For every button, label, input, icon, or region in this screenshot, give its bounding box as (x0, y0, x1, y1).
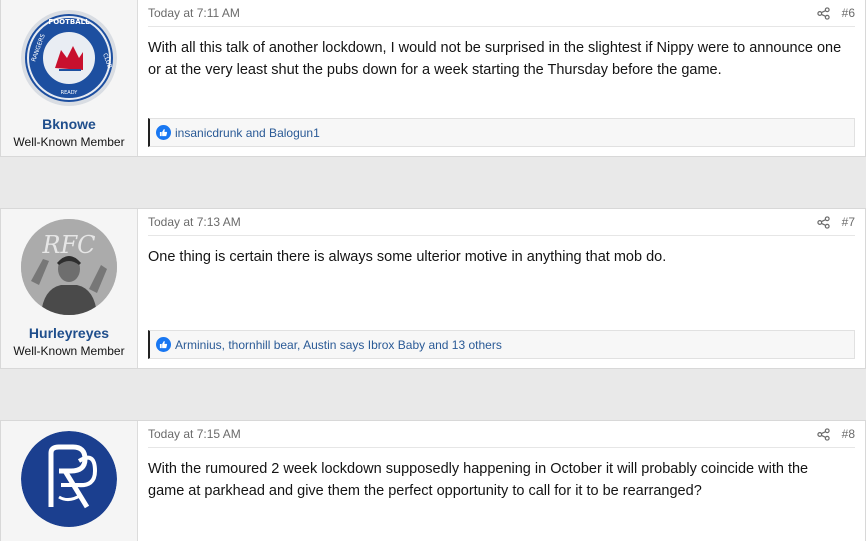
post-timestamp[interactable]: Today at 7:11 AM (148, 6, 240, 20)
post-number[interactable]: #6 (842, 6, 855, 20)
share-icon[interactable] (816, 427, 830, 441)
reactions-list[interactable]: Arminius, thornhill bear, Austin says Ib… (175, 338, 502, 352)
like-icon (156, 125, 171, 140)
post-body: With all this talk of another lockdown, … (148, 40, 842, 78)
like-icon (156, 337, 171, 352)
share-icon[interactable] (816, 215, 830, 229)
reactions-bar: Arminius, thornhill bear, Austin says Ib… (148, 330, 855, 359)
svg-text:FOOTBALL: FOOTBALL (48, 18, 90, 26)
message-attribution: Today at 7:11 AM #6 (148, 0, 855, 27)
post-timestamp[interactable]: Today at 7:13 AM (148, 215, 241, 229)
avatar[interactable] (21, 431, 117, 527)
username[interactable]: Bknowe (42, 116, 96, 132)
post-number[interactable]: #7 (842, 215, 855, 229)
user-title: Well-Known Member (13, 135, 125, 149)
avatar[interactable]: FOOTBALL RANGERS CLUB READY (21, 10, 117, 106)
username[interactable]: Hurleyreyes (29, 325, 109, 341)
reactions-list[interactable]: insanicdrunk and Balogun1 (175, 126, 320, 140)
post-body: With the rumoured 2 week lockdown suppos… (148, 461, 809, 499)
user-cell (1, 421, 138, 541)
message-attribution: Today at 7:15 AM #8 (148, 421, 855, 448)
svg-text:READY: READY (61, 90, 79, 96)
reactions-bar: insanicdrunk and Balogun1 (148, 118, 855, 147)
post-body: One thing is certain there is always som… (148, 249, 667, 265)
user-cell: FOOTBALL RANGERS CLUB READY Bknowe Well-… (1, 0, 138, 156)
post-7: RFC Hurleyreyes Well-Known Member Today … (0, 208, 866, 369)
post-8: Today at 7:15 AM #8 With the rumoured 2 … (0, 420, 866, 541)
share-icon[interactable] (816, 6, 830, 20)
post-6: FOOTBALL RANGERS CLUB READY Bknowe Well-… (0, 0, 866, 157)
message-cell: Today at 7:15 AM #8 With the rumoured 2 … (138, 421, 865, 541)
user-cell: RFC Hurleyreyes Well-Known Member (1, 209, 138, 368)
message-cell: Today at 7:11 AM #6 With all this talk o… (138, 0, 865, 156)
message-attribution: Today at 7:13 AM #7 (148, 209, 855, 236)
avatar[interactable]: RFC (21, 219, 117, 315)
post-timestamp[interactable]: Today at 7:15 AM (148, 427, 241, 441)
svg-text:RFC: RFC (41, 231, 95, 259)
user-title: Well-Known Member (13, 344, 125, 358)
post-number[interactable]: #8 (842, 427, 855, 441)
message-cell: Today at 7:13 AM #7 One thing is certain… (138, 209, 865, 368)
